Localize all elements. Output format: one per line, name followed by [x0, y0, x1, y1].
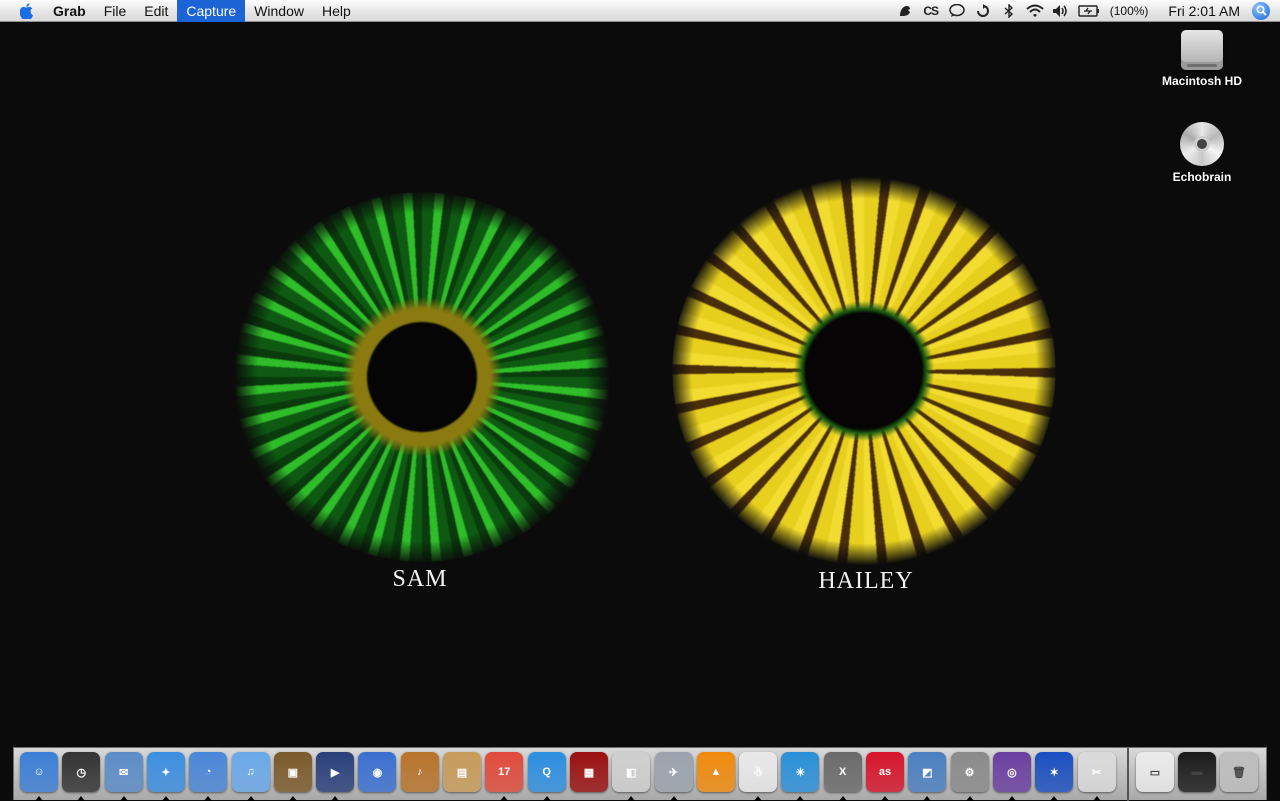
running-indicator	[161, 796, 170, 801]
running-indicator	[923, 796, 932, 801]
hard-drive-icon	[1181, 30, 1223, 70]
menu-edit[interactable]: Edit	[135, 0, 177, 22]
dock-divider	[1127, 748, 1129, 801]
running-indicator	[288, 796, 297, 801]
running-indicator	[754, 796, 763, 801]
menu-help[interactable]: Help	[313, 0, 360, 22]
running-indicator	[1050, 796, 1059, 801]
volume-icon[interactable]	[1052, 3, 1070, 19]
garageband-icon[interactable]: ♪	[400, 752, 439, 792]
spotlight-icon[interactable]	[1252, 1, 1270, 20]
running-indicator	[669, 796, 678, 801]
chat-bubble-icon[interactable]	[948, 3, 966, 19]
yellow-iris-image	[672, 176, 1056, 566]
menu-clock[interactable]: Fri 2:01 AM	[1168, 3, 1240, 19]
wifi-icon[interactable]	[1026, 3, 1044, 19]
running-indicator	[627, 796, 636, 801]
running-indicator	[838, 796, 847, 801]
wallpaper-label-sam: SAM	[392, 566, 448, 592]
automator-icon[interactable]: ⚙	[950, 752, 989, 801]
battery-percentage: (100%)	[1109, 3, 1149, 18]
migration-icon[interactable]: ✈	[654, 752, 693, 801]
desktop-icon-label: Macintosh HD	[1161, 74, 1242, 88]
ical-icon[interactable]: 17	[485, 752, 524, 801]
grab-icon[interactable]: ✂	[1077, 752, 1116, 801]
dock: ☺ ◷ ✉ ✦ ◔ ♫ ▣ ▶ ◉ ♪ ▤ 17 Q ▦ ◧ ✈ ▲ ☃ ✳ Xas ◩ ⚙ ◎ ✶ ✂ ▭ ▬ 🗑	[13, 747, 1267, 801]
running-indicator	[119, 796, 128, 801]
running-indicator	[35, 796, 43, 801]
chat-x-icon[interactable]: X	[823, 752, 862, 801]
quicktime-icon[interactable]: Q	[527, 752, 566, 801]
terminal-window-icon[interactable]: ▬	[1178, 752, 1216, 792]
sync-icon[interactable]	[974, 3, 992, 19]
running-indicator	[204, 796, 213, 801]
mail-stamp-icon[interactable]: ✉	[104, 752, 143, 801]
dashboard-icon[interactable]: ◷	[62, 752, 101, 801]
finder-icon[interactable]: ☺	[20, 752, 58, 801]
running-indicator	[965, 796, 974, 801]
menu-app-name[interactable]: Grab	[44, 0, 95, 22]
safari-icon[interactable]: ✦	[146, 752, 185, 801]
cd-icon	[1180, 122, 1224, 166]
preview-icon[interactable]: ◩	[908, 752, 947, 801]
idvd-icon[interactable]: ◉	[358, 752, 397, 792]
wallpaper-label-hailey: HAILEY	[818, 568, 914, 594]
running-indicator	[1007, 796, 1016, 801]
running-indicator	[542, 796, 551, 801]
minimized-window-icon[interactable]: ▭	[1136, 752, 1174, 792]
boot-camp-icon[interactable]: ◧	[612, 752, 651, 801]
imovie-icon[interactable]: ▶	[316, 752, 355, 801]
itunes-icon[interactable]: ♫	[231, 752, 270, 801]
running-indicator	[500, 796, 509, 801]
xcode-icon[interactable]: ✳	[781, 752, 820, 801]
bluetooth-icon[interactable]	[1000, 3, 1018, 19]
running-indicator	[1092, 796, 1101, 801]
desktop-icon-label: Echobrain	[1172, 170, 1232, 184]
frog-icon[interactable]: ✶	[1035, 752, 1074, 801]
apple-icon[interactable]	[18, 2, 36, 20]
vlc-icon[interactable]: ▲	[696, 752, 735, 792]
menu-bar: Grab File Edit Capture Window Help CS (1…	[0, 0, 1280, 22]
growl-icon[interactable]	[896, 3, 914, 19]
green-iris-image	[232, 192, 612, 562]
sxs-icon[interactable]: ☃	[739, 752, 778, 801]
status-menus: CS (100%) Fri 2:01 AM	[892, 0, 1280, 22]
ichat-icon[interactable]: ◔	[189, 752, 228, 801]
cs-icon[interactable]: CS	[922, 3, 940, 19]
running-indicator	[796, 796, 805, 801]
iphoto-icon[interactable]: ▣	[273, 752, 312, 801]
iweb-icon[interactable]: ▤	[443, 752, 481, 792]
adium-icon[interactable]: ◎	[992, 752, 1031, 801]
front-row-icon[interactable]: ▦	[569, 752, 608, 792]
running-indicator	[331, 796, 340, 801]
menu-file[interactable]: File	[95, 0, 136, 22]
trash-icon[interactable]: 🗑	[1220, 752, 1258, 792]
battery-icon[interactable]	[1078, 3, 1100, 19]
running-indicator	[246, 796, 255, 801]
menu-window[interactable]: Window	[245, 0, 313, 22]
cs-label: CS	[923, 3, 939, 18]
desktop-icon-macintosh-hd[interactable]: Macintosh HD	[1147, 30, 1257, 88]
menu-capture[interactable]: Capture	[177, 0, 246, 22]
running-indicator	[77, 796, 86, 801]
desktop-icon-echobrain[interactable]: Echobrain	[1147, 122, 1257, 184]
lastfm-icon[interactable]: as	[866, 752, 904, 801]
running-indicator	[881, 796, 889, 801]
